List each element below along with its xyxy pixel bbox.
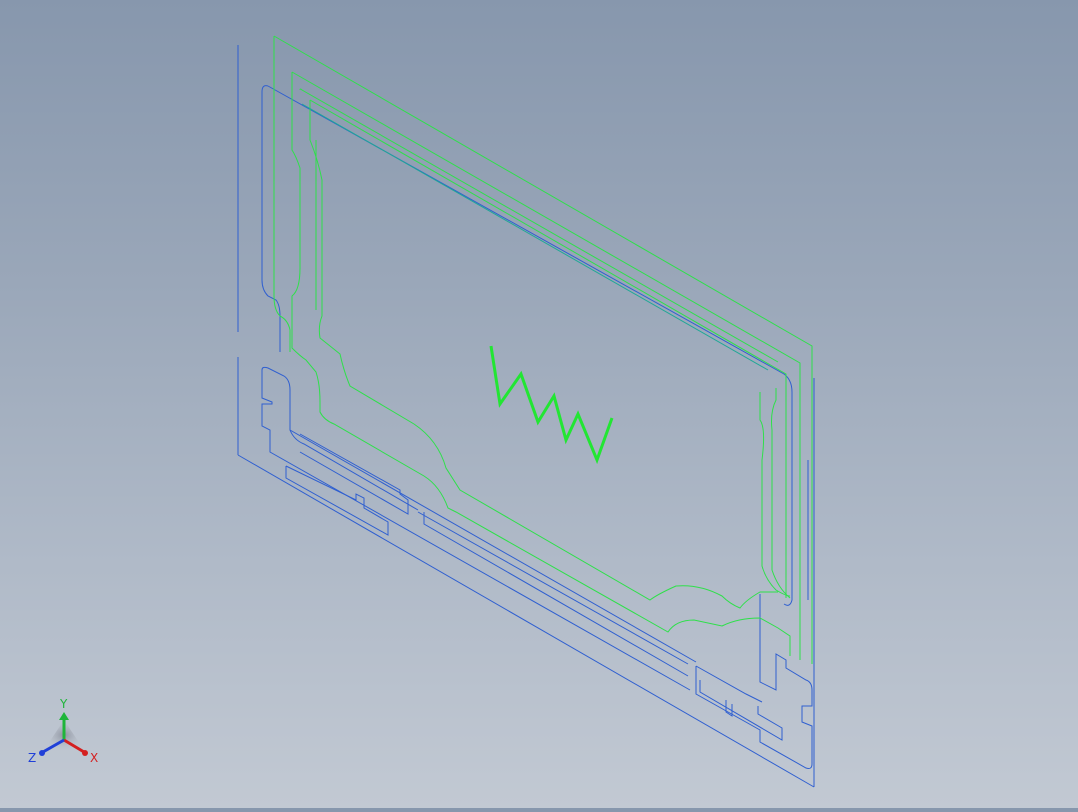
z-axis-label: Z bbox=[28, 751, 36, 765]
profile-diagonal-teal[interactable] bbox=[301, 103, 769, 371]
sketch-zigzag[interactable] bbox=[489, 345, 614, 465]
y-axis-label: Y bbox=[59, 697, 68, 711]
model-wireframe[interactable] bbox=[0, 0, 1078, 808]
x-axis-arrowhead-icon bbox=[82, 750, 88, 756]
x-axis-label: X bbox=[90, 751, 98, 765]
profile-outline-green[interactable] bbox=[273, 35, 813, 664]
z-axis-arrowhead-icon bbox=[39, 750, 45, 756]
y-axis-arrowhead-icon bbox=[59, 712, 69, 720]
panel-outline-blue[interactable] bbox=[237, 45, 815, 788]
graphics-viewport[interactable]: Y X Z bbox=[0, 0, 1078, 808]
orientation-triad: Y X Z bbox=[28, 697, 98, 765]
